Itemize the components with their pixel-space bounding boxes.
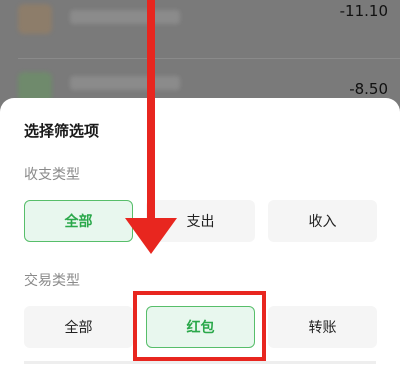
section-label-income-expense: 收支类型: [24, 167, 80, 183]
filter-option-all-transaction[interactable]: 全部: [24, 306, 133, 348]
transaction-amount: -8.50: [349, 80, 388, 98]
filter-option-all-income-expense[interactable]: 全部: [24, 200, 133, 242]
sheet-title: 选择筛选项: [24, 122, 100, 140]
annotation-arrow-icon: [125, 218, 177, 254]
transaction-amount: -11.10: [339, 2, 388, 20]
section-label-transaction-type: 交易类型: [24, 273, 80, 289]
screen: -11.10 -8.50 选择筛选项 收支类型 全部 支出 收入 交易类型 全部…: [0, 0, 400, 367]
annotation-highlight-box: [133, 291, 266, 361]
transaction-row: -11.10: [0, 2, 400, 48]
filter-option-income[interactable]: 收入: [268, 200, 377, 242]
filter-option-transfer[interactable]: 转账: [268, 306, 377, 348]
merchant-avatar: [18, 4, 52, 34]
sheet-bottom-divider: [24, 361, 376, 364]
annotation-arrow-shaft: [147, 0, 155, 225]
list-divider: [18, 58, 400, 59]
merchant-name-blurred: [70, 10, 180, 24]
merchant-name-blurred: [70, 76, 180, 90]
